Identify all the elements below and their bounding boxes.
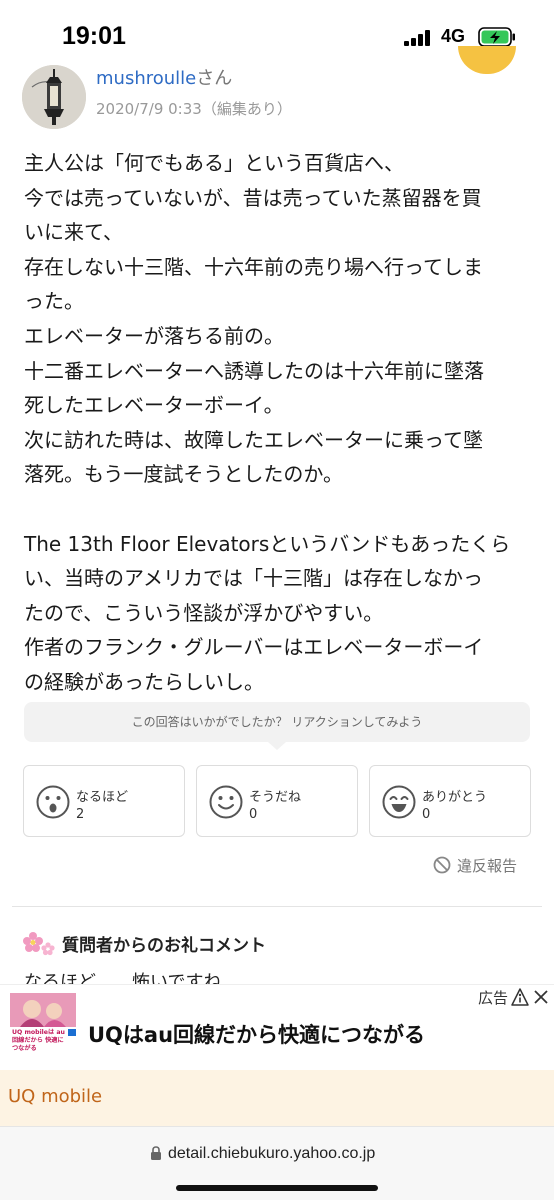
thanks-heading: 質問者からのお礼コメント bbox=[22, 930, 266, 956]
ad-advertiser-bar[interactable]: UQ mobile bbox=[0, 1070, 554, 1126]
ad-info-icon[interactable] bbox=[510, 987, 530, 1007]
reaction-label: ありがとう bbox=[422, 790, 488, 805]
home-indicator[interactable] bbox=[176, 1185, 378, 1191]
reaction-buttons: なるほど 2 そうだね 0 ありがとう 0 bbox=[23, 765, 531, 837]
prohibited-icon bbox=[433, 856, 451, 874]
ad-headline[interactable]: UQはau回線だから快適につながる bbox=[88, 1019, 425, 1049]
reaction-count: 2 bbox=[76, 807, 85, 822]
ad-advertiser[interactable]: UQ mobile bbox=[8, 1086, 102, 1107]
answer-line: いに来て、 bbox=[24, 220, 123, 245]
ad-thumb-text: UQ mobileは au回線だから 快適につながる bbox=[12, 1029, 65, 1052]
answer-line: 次に訪れた時は、故障したエレベーターに乗って墜 bbox=[24, 427, 483, 452]
reaction-prompt: この回答はいかがでしたか？ リアクションしてみよう bbox=[24, 702, 530, 750]
thanks-title: 質問者からのお礼コメント bbox=[62, 936, 266, 956]
reaction-count: 0 bbox=[422, 807, 431, 822]
status-time: 19:01 bbox=[62, 22, 126, 50]
ad-banner[interactable]: UQ mobileは au回線だから 快適につながる UQはau回線だから快適に… bbox=[0, 984, 554, 1070]
network-type: 4G bbox=[441, 26, 466, 46]
answer-line: った。 bbox=[24, 289, 84, 314]
divider bbox=[12, 906, 542, 907]
reaction-arigatou-button[interactable]: ありがとう 0 bbox=[369, 765, 531, 837]
answer-line: の経験があったらしいし。 bbox=[24, 669, 264, 694]
answer-line: たので、こういう怪談が浮かびやすい。 bbox=[24, 600, 384, 625]
answer-line: 死したエレベーターボーイ。 bbox=[24, 393, 284, 418]
answer-line: 落死。もう一度試そうとしたのか。 bbox=[24, 462, 343, 487]
answer-line: The 13th Floor Elevatorsというバンドもあったくら bbox=[24, 531, 511, 556]
answer-line: 存在しない十三階、十六年前の売り場へ行ってしま bbox=[24, 254, 483, 279]
avatar[interactable] bbox=[22, 65, 86, 129]
honorific: さん bbox=[196, 68, 233, 89]
reaction-count: 0 bbox=[249, 807, 258, 822]
answer-line: 作者のフランク・グルーバーはエレベーターボーイ bbox=[24, 635, 484, 660]
answer-line: 十二番エレベーターへ誘導したのは十六年前に墜落 bbox=[24, 358, 484, 383]
surprised-face-icon bbox=[36, 785, 70, 819]
answer-line: 今では売っていないが、昔は売っていた蒸留器を買 bbox=[24, 185, 482, 210]
ad-thumbnail[interactable]: UQ mobileは au回線だから 快適につながる bbox=[8, 993, 78, 1063]
close-icon[interactable] bbox=[532, 988, 550, 1006]
answer-line: い、当時のアメリカでは「十三階」は存在しなかっ bbox=[24, 566, 483, 591]
reaction-naruhodo-button[interactable]: なるほど 2 bbox=[23, 765, 185, 837]
answer-date: 2020/7/9 0:33（編集あり） bbox=[96, 100, 292, 118]
browser-address-bar[interactable]: detail.chiebukuro.yahoo.co.jp bbox=[0, 1126, 554, 1200]
report-label[interactable]: 違反報告 bbox=[457, 857, 517, 875]
reaction-label: なるほど bbox=[76, 790, 129, 805]
answer-line: 主人公は「何でもある」という百貨店へ、 bbox=[24, 151, 404, 175]
flower-icon bbox=[23, 932, 55, 956]
answerer-name[interactable]: mushroulleさん bbox=[96, 64, 232, 90]
smile-face-icon bbox=[209, 785, 243, 819]
lock-icon bbox=[151, 1146, 161, 1160]
battery-charging-icon bbox=[478, 27, 515, 47]
signal-icon bbox=[404, 30, 434, 46]
username-text[interactable]: mushroulle bbox=[96, 68, 196, 89]
report-link[interactable]: 違反報告 bbox=[433, 855, 517, 876]
reaction-label: そうだね bbox=[249, 790, 302, 805]
reaction-soudane-button[interactable]: そうだね 0 bbox=[196, 765, 358, 837]
answer-line: エレベーターが落ちる前の。 bbox=[24, 323, 284, 348]
lantern-icon bbox=[22, 65, 86, 129]
ad-label: 広告 bbox=[478, 989, 509, 1007]
grin-face-icon bbox=[382, 785, 416, 819]
url-text[interactable]: detail.chiebukuro.yahoo.co.jp bbox=[168, 1145, 375, 1162]
answer-body: 主人公は「何でもある」という百貨店へ、 今では売っていないが、昔は売っていた蒸留… bbox=[24, 146, 530, 700]
url-display[interactable]: detail.chiebukuro.yahoo.co.jp bbox=[150, 1145, 375, 1163]
